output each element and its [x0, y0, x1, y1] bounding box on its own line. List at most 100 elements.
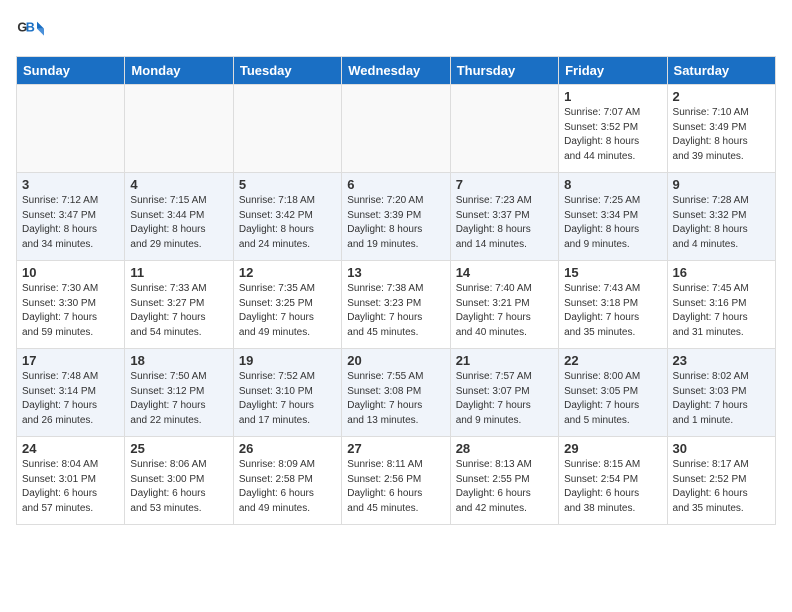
day-number: 15 [564, 265, 661, 280]
calendar-cell: 11 Sunrise: 7:33 AM Sunset: 3:27 PM Dayli… [125, 261, 233, 349]
weekday-header-tuesday: Tuesday [233, 57, 341, 85]
calendar-week-5: 24 Sunrise: 8:04 AM Sunset: 3:01 PM Dayli… [17, 437, 776, 525]
weekday-header-saturday: Saturday [667, 57, 775, 85]
day-number: 12 [239, 265, 336, 280]
day-number: 11 [130, 265, 227, 280]
calendar-cell: 15 Sunrise: 7:43 AM Sunset: 3:18 PM Dayli… [559, 261, 667, 349]
calendar-cell [233, 85, 341, 173]
calendar-cell: 17 Sunrise: 7:48 AM Sunset: 3:14 PM Dayli… [17, 349, 125, 437]
calendar-cell: 14 Sunrise: 7:40 AM Sunset: 3:21 PM Dayli… [450, 261, 558, 349]
day-number: 29 [564, 441, 661, 456]
day-info: Sunrise: 8:04 AM Sunset: 3:01 PM Dayligh… [22, 458, 119, 516]
day-number: 23 [673, 353, 770, 368]
day-number: 5 [239, 177, 336, 192]
day-info: Sunrise: 7:40 AM Sunset: 3:21 PM Dayligh… [456, 282, 553, 340]
day-info: Sunrise: 7:48 AM Sunset: 3:14 PM Dayligh… [22, 370, 119, 428]
day-number: 3 [22, 177, 119, 192]
day-info: Sunrise: 7:28 AM Sunset: 3:32 PM Dayligh… [673, 194, 770, 252]
day-number: 19 [239, 353, 336, 368]
calendar-cell: 20 Sunrise: 7:55 AM Sunset: 3:08 PM Dayli… [342, 349, 450, 437]
day-info: Sunrise: 7:23 AM Sunset: 3:37 PM Dayligh… [456, 194, 553, 252]
day-info: Sunrise: 7:10 AM Sunset: 3:49 PM Dayligh… [673, 106, 770, 164]
day-number: 8 [564, 177, 661, 192]
calendar-cell: 23 Sunrise: 8:02 AM Sunset: 3:03 PM Dayli… [667, 349, 775, 437]
calendar-cell: 6 Sunrise: 7:20 AM Sunset: 3:39 PM Daylig… [342, 173, 450, 261]
calendar-cell: 26 Sunrise: 8:09 AM Sunset: 2:58 PM Dayli… [233, 437, 341, 525]
day-info: Sunrise: 8:17 AM Sunset: 2:52 PM Dayligh… [673, 458, 770, 516]
day-number: 24 [22, 441, 119, 456]
day-info: Sunrise: 8:00 AM Sunset: 3:05 PM Dayligh… [564, 370, 661, 428]
day-info: Sunrise: 7:30 AM Sunset: 3:30 PM Dayligh… [22, 282, 119, 340]
calendar-cell: 4 Sunrise: 7:15 AM Sunset: 3:44 PM Daylig… [125, 173, 233, 261]
logo: G B [16, 16, 48, 44]
calendar-cell: 19 Sunrise: 7:52 AM Sunset: 3:10 PM Dayli… [233, 349, 341, 437]
calendar-cell: 3Sunrise: 7:12 AM Sunset: 3:47 PM Daylig… [17, 173, 125, 261]
calendar-week-4: 17 Sunrise: 7:48 AM Sunset: 3:14 PM Dayli… [17, 349, 776, 437]
calendar-cell: 30 Sunrise: 8:17 AM Sunset: 2:52 PM Dayli… [667, 437, 775, 525]
day-number: 20 [347, 353, 444, 368]
day-info: Sunrise: 7:57 AM Sunset: 3:07 PM Dayligh… [456, 370, 553, 428]
day-info: Sunrise: 7:18 AM Sunset: 3:42 PM Dayligh… [239, 194, 336, 252]
calendar-cell: 21 Sunrise: 7:57 AM Sunset: 3:07 PM Dayli… [450, 349, 558, 437]
day-info: Sunrise: 8:02 AM Sunset: 3:03 PM Dayligh… [673, 370, 770, 428]
day-number: 25 [130, 441, 227, 456]
day-number: 13 [347, 265, 444, 280]
calendar-cell: 27 Sunrise: 8:11 AM Sunset: 2:56 PM Dayli… [342, 437, 450, 525]
calendar-cell [450, 85, 558, 173]
day-info: Sunrise: 7:20 AM Sunset: 3:39 PM Dayligh… [347, 194, 444, 252]
calendar-week-2: 3Sunrise: 7:12 AM Sunset: 3:47 PM Daylig… [17, 173, 776, 261]
day-info: Sunrise: 7:07 AM Sunset: 3:52 PM Dayligh… [564, 106, 661, 164]
day-info: Sunrise: 8:15 AM Sunset: 2:54 PM Dayligh… [564, 458, 661, 516]
weekday-header-friday: Friday [559, 57, 667, 85]
day-info: Sunrise: 8:09 AM Sunset: 2:58 PM Dayligh… [239, 458, 336, 516]
day-number: 4 [130, 177, 227, 192]
day-number: 2 [673, 89, 770, 104]
weekday-header-thursday: Thursday [450, 57, 558, 85]
day-number: 7 [456, 177, 553, 192]
calendar-cell: 10 Sunrise: 7:30 AM Sunset: 3:30 PM Dayli… [17, 261, 125, 349]
calendar-cell: 7 Sunrise: 7:23 AM Sunset: 3:37 PM Daylig… [450, 173, 558, 261]
day-number: 14 [456, 265, 553, 280]
day-info: Sunrise: 7:55 AM Sunset: 3:08 PM Dayligh… [347, 370, 444, 428]
day-number: 6 [347, 177, 444, 192]
day-number: 21 [456, 353, 553, 368]
day-number: 1 [564, 89, 661, 104]
calendar-cell: 12 Sunrise: 7:35 AM Sunset: 3:25 PM Dayli… [233, 261, 341, 349]
day-info: Sunrise: 7:15 AM Sunset: 3:44 PM Dayligh… [130, 194, 227, 252]
calendar-cell: 9Sunrise: 7:28 AM Sunset: 3:32 PM Daylig… [667, 173, 775, 261]
day-info: Sunrise: 7:35 AM Sunset: 3:25 PM Dayligh… [239, 282, 336, 340]
calendar-cell: 13 Sunrise: 7:38 AM Sunset: 3:23 PM Dayli… [342, 261, 450, 349]
calendar-cell: 28Sunrise: 8:13 AM Sunset: 2:55 PM Dayli… [450, 437, 558, 525]
page-header: G B [16, 16, 776, 44]
day-number: 10 [22, 265, 119, 280]
weekday-header-monday: Monday [125, 57, 233, 85]
calendar-cell: 2 Sunrise: 7:10 AM Sunset: 3:49 PM Daylig… [667, 85, 775, 173]
calendar-cell: 5 Sunrise: 7:18 AM Sunset: 3:42 PM Daylig… [233, 173, 341, 261]
day-info: Sunrise: 7:52 AM Sunset: 3:10 PM Dayligh… [239, 370, 336, 428]
calendar-cell: 8 Sunrise: 7:25 AM Sunset: 3:34 PM Daylig… [559, 173, 667, 261]
calendar-cell: 24 Sunrise: 8:04 AM Sunset: 3:01 PM Dayli… [17, 437, 125, 525]
calendar-header-row: SundayMondayTuesdayWednesdayThursdayFrid… [17, 57, 776, 85]
day-info: Sunrise: 7:50 AM Sunset: 3:12 PM Dayligh… [130, 370, 227, 428]
day-info: Sunrise: 8:11 AM Sunset: 2:56 PM Dayligh… [347, 458, 444, 516]
calendar-cell [125, 85, 233, 173]
calendar-week-1: 1 Sunrise: 7:07 AM Sunset: 3:52 PM Daylig… [17, 85, 776, 173]
day-number: 26 [239, 441, 336, 456]
day-info: Sunrise: 7:33 AM Sunset: 3:27 PM Dayligh… [130, 282, 227, 340]
calendar-cell: 1 Sunrise: 7:07 AM Sunset: 3:52 PM Daylig… [559, 85, 667, 173]
day-number: 17 [22, 353, 119, 368]
calendar-cell: 25 Sunrise: 8:06 AM Sunset: 3:00 PM Dayli… [125, 437, 233, 525]
day-info: Sunrise: 7:25 AM Sunset: 3:34 PM Dayligh… [564, 194, 661, 252]
day-info: Sunrise: 7:43 AM Sunset: 3:18 PM Dayligh… [564, 282, 661, 340]
calendar-cell: 18Sunrise: 7:50 AM Sunset: 3:12 PM Dayli… [125, 349, 233, 437]
calendar-table: SundayMondayTuesdayWednesdayThursdayFrid… [16, 56, 776, 525]
day-number: 22 [564, 353, 661, 368]
day-number: 30 [673, 441, 770, 456]
weekday-header-wednesday: Wednesday [342, 57, 450, 85]
calendar-cell [17, 85, 125, 173]
day-number: 27 [347, 441, 444, 456]
day-info: Sunrise: 7:45 AM Sunset: 3:16 PM Dayligh… [673, 282, 770, 340]
day-info: Sunrise: 8:06 AM Sunset: 3:00 PM Dayligh… [130, 458, 227, 516]
day-info: Sunrise: 7:38 AM Sunset: 3:23 PM Dayligh… [347, 282, 444, 340]
day-number: 28 [456, 441, 553, 456]
